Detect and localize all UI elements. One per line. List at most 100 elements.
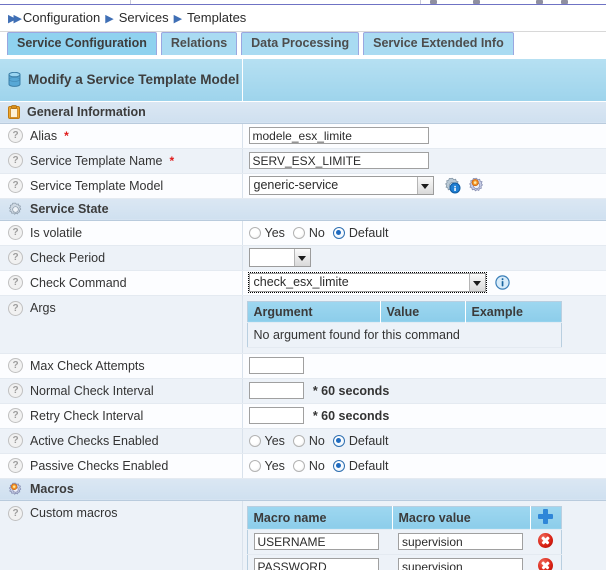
label-is-volatile: Is volatile: [30, 226, 82, 240]
passive-checks-label-yes: Yes: [265, 459, 285, 473]
label-retry-check-interval: Retry Check Interval: [30, 409, 143, 423]
help-icon[interactable]: ?: [8, 408, 23, 423]
alias-input[interactable]: [249, 127, 429, 144]
help-icon[interactable]: ?: [8, 301, 23, 316]
help-icon[interactable]: ?: [8, 275, 23, 290]
field-cell-active-checks: Yes No Default: [242, 428, 606, 453]
section-macros-label: Macros: [30, 482, 74, 496]
macro-name-input[interactable]: [254, 533, 379, 550]
help-icon[interactable]: ?: [8, 178, 23, 193]
section-macros: Macros: [0, 478, 606, 500]
label-check-period: Check Period: [30, 251, 105, 265]
help-icon[interactable]: ?: [8, 433, 23, 448]
field-cell-check-command: check_esx_limite: [242, 270, 606, 295]
field-cell-template-model: generic-service: [242, 173, 606, 198]
help-icon[interactable]: ?: [8, 250, 23, 265]
tab-relations[interactable]: Relations: [161, 32, 237, 55]
breadcrumb-item-configuration[interactable]: Configuration: [23, 10, 100, 25]
radio-icon[interactable]: [249, 435, 261, 447]
label-normal-check-interval: Normal Check Interval: [30, 384, 154, 398]
active-checks-label-yes: Yes: [265, 434, 285, 448]
radio-icon[interactable]: [249, 227, 261, 239]
radio-selected-icon[interactable]: [333, 227, 345, 239]
chevron-down-icon[interactable]: [417, 177, 433, 194]
row-is-volatile: ? Is volatile Yes No Default: [0, 220, 606, 245]
active-checks-option-no[interactable]: No: [293, 434, 325, 448]
is-volatile-radio-group: Yes No Default: [249, 226, 606, 240]
plus-icon[interactable]: [538, 509, 553, 524]
radio-icon[interactable]: [293, 435, 305, 447]
radio-selected-icon[interactable]: [333, 435, 345, 447]
help-icon[interactable]: ?: [8, 358, 23, 373]
max-check-attempts-input[interactable]: [249, 357, 304, 374]
is-volatile-label-no: No: [309, 226, 325, 240]
macro-row-value-cell: [392, 529, 530, 554]
macro-row-value-cell: [392, 554, 530, 570]
template-model-select[interactable]: generic-service: [249, 176, 434, 195]
chevron-down-icon[interactable]: [469, 274, 485, 291]
help-icon[interactable]: ?: [8, 458, 23, 473]
field-cell-check-period: [242, 245, 606, 270]
double-arrow-icon: ▶▶: [8, 12, 19, 25]
tab-service-configuration[interactable]: Service Configuration: [7, 32, 157, 55]
label-active-checks: Active Checks Enabled: [30, 434, 159, 448]
check-period-select[interactable]: [249, 248, 311, 267]
template-name-input[interactable]: [249, 152, 429, 169]
tab-data-processing[interactable]: Data Processing: [241, 32, 359, 55]
help-icon[interactable]: ?: [8, 506, 23, 521]
label-custom-macros: Custom macros: [30, 506, 118, 520]
label-cell-check-period: ? Check Period: [0, 245, 242, 270]
breadcrumb-item-services[interactable]: Services: [119, 10, 169, 25]
chevron-down-icon[interactable]: [294, 249, 310, 266]
help-icon[interactable]: ?: [8, 128, 23, 143]
normal-check-interval-input[interactable]: [249, 382, 304, 399]
macros-table: Macro name Macro value: [247, 506, 562, 570]
retry-check-interval-suffix: * 60 seconds: [313, 409, 389, 423]
info-icon[interactable]: [495, 275, 510, 290]
macro-row-name-cell: [247, 554, 392, 570]
row-passive-checks-enabled: ? Passive Checks Enabled Yes No Default: [0, 453, 606, 478]
is-volatile-option-no[interactable]: No: [293, 226, 325, 240]
label-cell-args: ? Args: [0, 295, 242, 353]
macro-value-input[interactable]: [398, 558, 523, 570]
label-cell-normal-check-interval: ? Normal Check Interval: [0, 378, 242, 403]
label-cell-active-checks: ? Active Checks Enabled: [0, 428, 242, 453]
help-icon[interactable]: ?: [8, 225, 23, 240]
macro-value-input[interactable]: [398, 533, 523, 550]
help-icon[interactable]: ?: [8, 383, 23, 398]
passive-checks-option-yes[interactable]: Yes: [249, 459, 285, 473]
is-volatile-option-yes[interactable]: Yes: [249, 226, 285, 240]
check-command-value: check_esx_limite: [250, 274, 469, 291]
tab-service-extended-info[interactable]: Service Extended Info: [363, 32, 514, 55]
delete-icon[interactable]: [538, 558, 553, 570]
radio-icon[interactable]: [249, 460, 261, 472]
field-cell-max-check-attempts: [242, 353, 606, 378]
breadcrumb: ▶▶Configuration▶Services▶Templates: [0, 5, 606, 32]
radio-icon[interactable]: [293, 460, 305, 472]
macro-row-delete-cell: [530, 554, 561, 570]
args-header-example: Example: [465, 301, 561, 322]
label-cell-alias: ? Alias *: [0, 123, 242, 148]
breadcrumb-item-templates[interactable]: Templates: [187, 10, 246, 25]
radio-selected-icon[interactable]: [333, 460, 345, 472]
macro-row-name-cell: [247, 529, 392, 554]
gear-info-icon[interactable]: [444, 177, 461, 194]
gear-star-icon[interactable]: [468, 177, 485, 194]
radio-icon[interactable]: [293, 227, 305, 239]
macro-name-input[interactable]: [254, 558, 379, 570]
chevron-right-icon: ▶: [174, 12, 182, 25]
is-volatile-option-default[interactable]: Default: [333, 226, 389, 240]
active-checks-option-yes[interactable]: Yes: [249, 434, 285, 448]
field-cell-args: Argument Value Example No argument found…: [242, 295, 606, 353]
delete-icon[interactable]: [538, 533, 553, 548]
retry-check-interval-input[interactable]: [249, 407, 304, 424]
menu-divider: [130, 0, 131, 4]
passive-checks-option-no[interactable]: No: [293, 459, 325, 473]
table-row: [247, 554, 561, 570]
help-icon[interactable]: ?: [8, 153, 23, 168]
passive-checks-option-default[interactable]: Default: [333, 459, 389, 473]
row-args: ? Args Argument Value Example No argumen…: [0, 295, 606, 353]
check-command-select[interactable]: check_esx_limite: [249, 273, 486, 292]
active-checks-option-default[interactable]: Default: [333, 434, 389, 448]
row-alias: ? Alias *: [0, 123, 606, 148]
